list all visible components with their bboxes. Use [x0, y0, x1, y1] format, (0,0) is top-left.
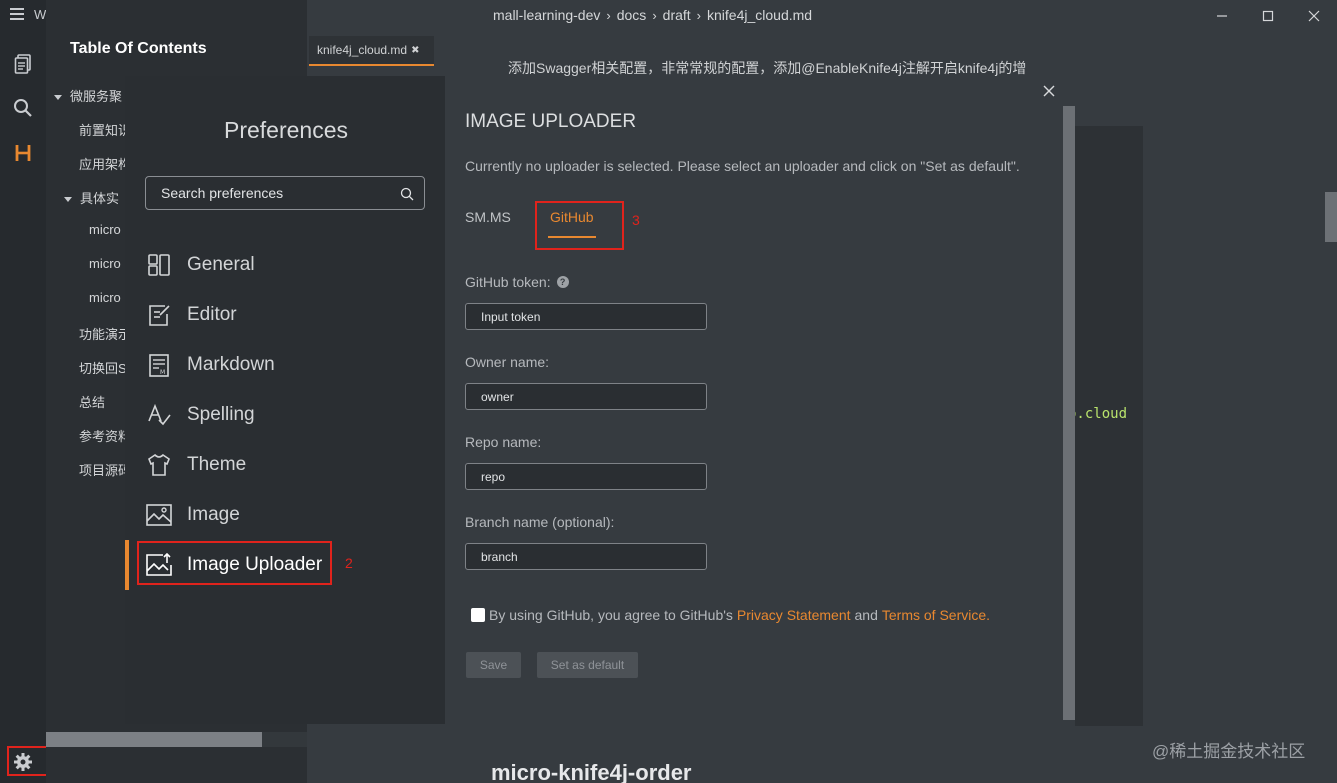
breadcrumb: mall-learning-dev › docs › draft › knife…: [493, 7, 812, 23]
section-description: Currently no uploader is selected. Pleas…: [465, 158, 1020, 174]
files-icon[interactable]: [11, 52, 35, 76]
agreement-row: By using GitHub, you agree to GitHub's P…: [471, 607, 990, 623]
repo-name-label: Repo name:: [465, 434, 542, 450]
menu-icon[interactable]: [10, 8, 24, 20]
branch-name-input[interactable]: [465, 543, 707, 570]
chevron-right-icon: ›: [606, 7, 611, 23]
breadcrumb-item[interactable]: docs: [617, 7, 647, 23]
section-title: IMAGE UPLOADER: [465, 111, 637, 132]
toc-item[interactable]: 微服务聚: [54, 86, 125, 105]
editor-heading: micro-knife4j-order: [491, 760, 692, 783]
editor-scrollbar[interactable]: [1325, 192, 1337, 242]
branch-name-label: Branch name (optional):: [465, 514, 615, 530]
title-bar: [307, 0, 1337, 32]
search-icon[interactable]: [400, 187, 414, 201]
info-icon[interactable]: ?: [556, 276, 569, 288]
close-icon[interactable]: [1043, 82, 1055, 102]
minimize-icon[interactable]: [1212, 6, 1232, 26]
repo-name-input[interactable]: [465, 463, 707, 490]
tab-label: knife4j_cloud.md: [317, 43, 408, 57]
close-tab-icon[interactable]: ✖: [411, 45, 419, 56]
toc-item[interactable]: 具体实: [64, 188, 125, 207]
toc-item[interactable]: micro: [89, 256, 125, 271]
set-default-button[interactable]: Set as default: [537, 652, 638, 678]
markdown-icon: M: [145, 351, 173, 379]
toc-item[interactable]: 应用架构: [79, 154, 125, 173]
privacy-statement-link[interactable]: Privacy Statement: [737, 607, 851, 623]
nav-theme[interactable]: Theme: [145, 450, 246, 480]
nav-markdown[interactable]: M Markdown: [145, 350, 275, 380]
save-button[interactable]: Save: [466, 652, 521, 678]
chevron-right-icon: ›: [696, 7, 702, 23]
breadcrumb-item[interactable]: mall-learning-dev: [493, 7, 600, 23]
theme-icon: [145, 451, 173, 479]
toc-item[interactable]: 项目源码: [79, 460, 125, 479]
code-fragment: o.cloud: [1068, 406, 1128, 422]
tab-smms[interactable]: SM.MS: [465, 209, 511, 225]
panel-scrollbar[interactable]: [1063, 106, 1075, 720]
owner-name-label: Owner name:: [465, 354, 550, 370]
owner-name-input[interactable]: [465, 383, 707, 410]
code-block: [1075, 126, 1143, 726]
preferences-title: Preferences: [224, 117, 349, 143]
close-window-icon[interactable]: [1304, 6, 1324, 26]
nav-spelling[interactable]: Spelling: [145, 400, 255, 430]
sidebar-scrollbar[interactable]: [46, 732, 262, 747]
breadcrumb-item[interactable]: knife4j_cloud.md: [707, 7, 812, 23]
spelling-icon: [145, 401, 173, 429]
svg-text:M: M: [160, 369, 165, 376]
agreement-text: By using GitHub, you agree to GitHub's: [489, 607, 733, 623]
chevron-right-icon: ›: [652, 7, 657, 23]
toc-title: Table Of Contents: [70, 40, 207, 57]
annotation-box: [7, 746, 49, 776]
terms-of-service-link[interactable]: Terms of Service.: [882, 607, 990, 623]
breadcrumb-item[interactable]: draft: [663, 7, 691, 23]
editor-text-line: 添加Swagger相关配置，非常常规的配置，添加@EnableKnife4j注解…: [508, 60, 1027, 76]
maximize-icon[interactable]: [1258, 6, 1278, 26]
toc-item[interactable]: micro: [89, 222, 125, 237]
toc-item[interactable]: 功能演示: [79, 324, 125, 343]
search-preferences-input[interactable]: [145, 176, 425, 210]
watermark: @稀土掘金技术社区: [1152, 742, 1306, 761]
toc-item[interactable]: micro: [89, 290, 125, 305]
active-indicator: [125, 540, 129, 590]
annotation-number: 2: [345, 555, 353, 571]
toc-item[interactable]: 参考资料: [79, 426, 125, 445]
image-icon: [145, 501, 173, 529]
github-token-input[interactable]: [465, 303, 707, 330]
toc-heading-icon[interactable]: [11, 141, 35, 165]
search-icon[interactable]: [11, 96, 35, 120]
caret-down-icon[interactable]: [64, 197, 72, 203]
agree-checkbox[interactable]: [471, 608, 485, 622]
general-icon: [145, 251, 173, 279]
annotation-number: 3: [632, 212, 640, 228]
caret-down-icon[interactable]: [54, 95, 62, 101]
annotation-box: [535, 201, 624, 250]
editor-icon: [145, 301, 173, 329]
github-token-label: GitHub token: ?: [465, 274, 569, 290]
tab-knife4j-cloud[interactable]: knife4j_cloud.md ✖: [309, 36, 434, 66]
nav-editor[interactable]: Editor: [145, 300, 237, 330]
toc-item[interactable]: 总结: [79, 392, 125, 411]
toc-item[interactable]: 切换回S: [79, 358, 125, 377]
nav-image[interactable]: Image: [145, 500, 240, 530]
annotation-box: [137, 541, 332, 585]
toc-item[interactable]: 前置知识: [79, 120, 125, 139]
agreement-and: and: [854, 607, 878, 623]
nav-general[interactable]: General: [145, 250, 255, 280]
